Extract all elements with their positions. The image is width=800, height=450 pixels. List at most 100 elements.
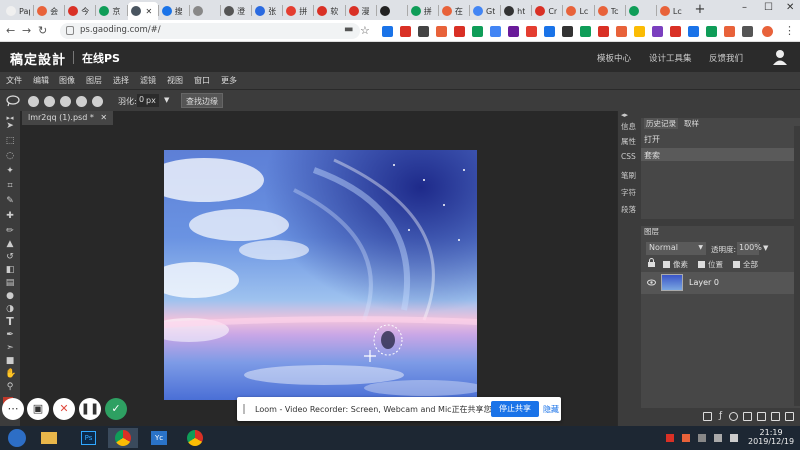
- extension-icon[interactable]: [472, 26, 483, 37]
- minimize-button[interactable]: –: [742, 2, 747, 13]
- browser-tab[interactable]: 拼: [283, 2, 313, 20]
- layer-name[interactable]: Layer 0: [689, 278, 719, 287]
- checkbox[interactable]: [698, 261, 705, 268]
- trash-icon[interactable]: [785, 412, 794, 421]
- lock-all-option[interactable]: 全部: [733, 259, 758, 270]
- extension-icon[interactable]: [598, 26, 609, 37]
- adjustment-icon[interactable]: [729, 412, 738, 421]
- browser-tab[interactable]: ht: [501, 2, 531, 20]
- browser-tab[interactable]: Papal: [3, 2, 33, 20]
- extension-icon[interactable]: [724, 26, 735, 37]
- brush-tool-icon[interactable]: ✏: [5, 226, 15, 236]
- strip-character[interactable]: 字符: [621, 187, 636, 198]
- checkbox[interactable]: [733, 261, 740, 268]
- browser-tab[interactable]: Lc: [657, 2, 687, 20]
- browser-tab[interactable]: 张: [252, 2, 282, 20]
- opacity-input[interactable]: 100%: [737, 242, 762, 255]
- extension-icon[interactable]: [526, 26, 537, 37]
- file-explorer-icon[interactable]: [34, 428, 64, 448]
- drag-handle-icon[interactable]: [243, 404, 245, 414]
- menu-view[interactable]: 视图: [167, 75, 183, 86]
- close-icon[interactable]: ✕: [100, 113, 107, 122]
- hide-link[interactable]: 隐藏: [543, 404, 559, 415]
- start-button[interactable]: [8, 429, 26, 447]
- browser-tab[interactable]: ✕: [127, 2, 158, 20]
- layer-row[interactable]: Layer 0: [641, 272, 794, 294]
- chevron-down-icon[interactable]: ▼: [763, 244, 768, 252]
- close-tab-icon[interactable]: ✕: [146, 7, 153, 16]
- extension-icon[interactable]: [508, 26, 519, 37]
- extension-icon[interactable]: [670, 26, 681, 37]
- chrome-icon[interactable]: [108, 428, 138, 448]
- extension-icon[interactable]: [652, 26, 663, 37]
- browser-tab[interactable]: 搜: [159, 2, 189, 20]
- close-window-button[interactable]: ✕: [786, 2, 794, 13]
- extension-icon[interactable]: [490, 26, 501, 37]
- menu-select[interactable]: 选择: [113, 75, 129, 86]
- browser-menu-icon[interactable]: ⋮: [784, 24, 795, 37]
- menu-more[interactable]: 更多: [221, 75, 237, 86]
- strip-css[interactable]: CSS: [621, 152, 636, 161]
- strip-paragraph[interactable]: 段落: [621, 204, 636, 215]
- add-selection-icon[interactable]: [44, 96, 55, 107]
- address-bar[interactable]: ps.gaoding.com/#/: [60, 23, 360, 39]
- cast-icon[interactable]: ▬: [344, 24, 353, 35]
- avatar[interactable]: [771, 48, 789, 66]
- tab-history[interactable]: 历史记录: [644, 118, 678, 129]
- menu-edit[interactable]: 编辑: [33, 75, 49, 86]
- feather-dropdown-icon[interactable]: ▼: [164, 96, 169, 104]
- strip-properties[interactable]: 属性: [621, 136, 636, 147]
- blend-mode-select[interactable]: Normal ▼: [646, 242, 706, 255]
- crop-tool-icon[interactable]: ⌗: [5, 181, 15, 191]
- lock-position-option[interactable]: 位置: [698, 259, 723, 270]
- profile-icon[interactable]: [762, 26, 773, 37]
- zoom-tool-icon[interactable]: ⚲: [5, 382, 15, 392]
- feedback-link[interactable]: 反馈我们: [709, 52, 743, 64]
- browser-tab[interactable]: 漫: [346, 2, 376, 20]
- find-edge-button[interactable]: 查找边缘: [181, 93, 223, 108]
- loom-more-button[interactable]: ⋯: [2, 398, 24, 420]
- bookmark-star-icon[interactable]: ☆: [360, 24, 370, 37]
- extension-icon[interactable]: [562, 26, 573, 37]
- intersect-selection-icon[interactable]: [76, 96, 87, 107]
- history-entry[interactable]: 套索: [641, 148, 794, 161]
- canvas-image[interactable]: [164, 150, 477, 400]
- maximize-button[interactable]: ☐: [764, 2, 773, 13]
- network-icon[interactable]: [714, 434, 722, 442]
- extension-icon[interactable]: [742, 26, 753, 37]
- new-tab-button[interactable]: +: [692, 2, 708, 18]
- new-selection-icon[interactable]: [28, 96, 39, 107]
- browser-tab[interactable]: [626, 2, 656, 20]
- eye-icon[interactable]: [647, 278, 656, 287]
- tray-icon[interactable]: [682, 434, 690, 442]
- browser-tab[interactable]: [377, 2, 407, 20]
- mask-icon[interactable]: [743, 412, 752, 421]
- strip-brushes[interactable]: 笔刷: [621, 170, 636, 181]
- eraser-tool-icon[interactable]: ◧: [5, 265, 15, 275]
- scrollbar[interactable]: [794, 126, 800, 406]
- browser-tab[interactable]: Cr: [532, 2, 562, 20]
- browser-tab[interactable]: 澄: [221, 2, 251, 20]
- logo[interactable]: 稿定設計: [10, 49, 66, 68]
- collapse-icon[interactable]: ◂▸: [621, 111, 628, 119]
- browser-tab[interactable]: 今: [65, 2, 95, 20]
- extension-icon[interactable]: [706, 26, 717, 37]
- checkbox[interactable]: [663, 261, 670, 268]
- document-tab[interactable]: lmr2qq (1).psd * ✕: [22, 111, 114, 125]
- gradient-tool-icon[interactable]: ▤: [5, 278, 15, 288]
- app-icon[interactable]: Yc: [144, 428, 174, 448]
- clock[interactable]: 21:19 2019/12/19: [748, 428, 794, 446]
- browser-tab[interactable]: [190, 2, 220, 20]
- browser-tab[interactable]: 会: [34, 2, 64, 20]
- menu-filter[interactable]: 滤镜: [140, 75, 156, 86]
- shape-tool-icon[interactable]: ■: [5, 356, 15, 366]
- template-center-link[interactable]: 模板中心: [597, 52, 631, 64]
- menu-window[interactable]: 窗口: [194, 75, 210, 86]
- browser-tab[interactable]: Lc: [563, 2, 593, 20]
- magic-wand-icon[interactable]: ✦: [5, 166, 15, 176]
- back-icon[interactable]: ←: [6, 24, 15, 37]
- dodge-tool-icon[interactable]: ◑: [5, 304, 15, 314]
- stop-sharing-button[interactable]: 停止共享: [491, 401, 539, 417]
- extension-icon[interactable]: [382, 26, 393, 37]
- extension-icon[interactable]: [436, 26, 447, 37]
